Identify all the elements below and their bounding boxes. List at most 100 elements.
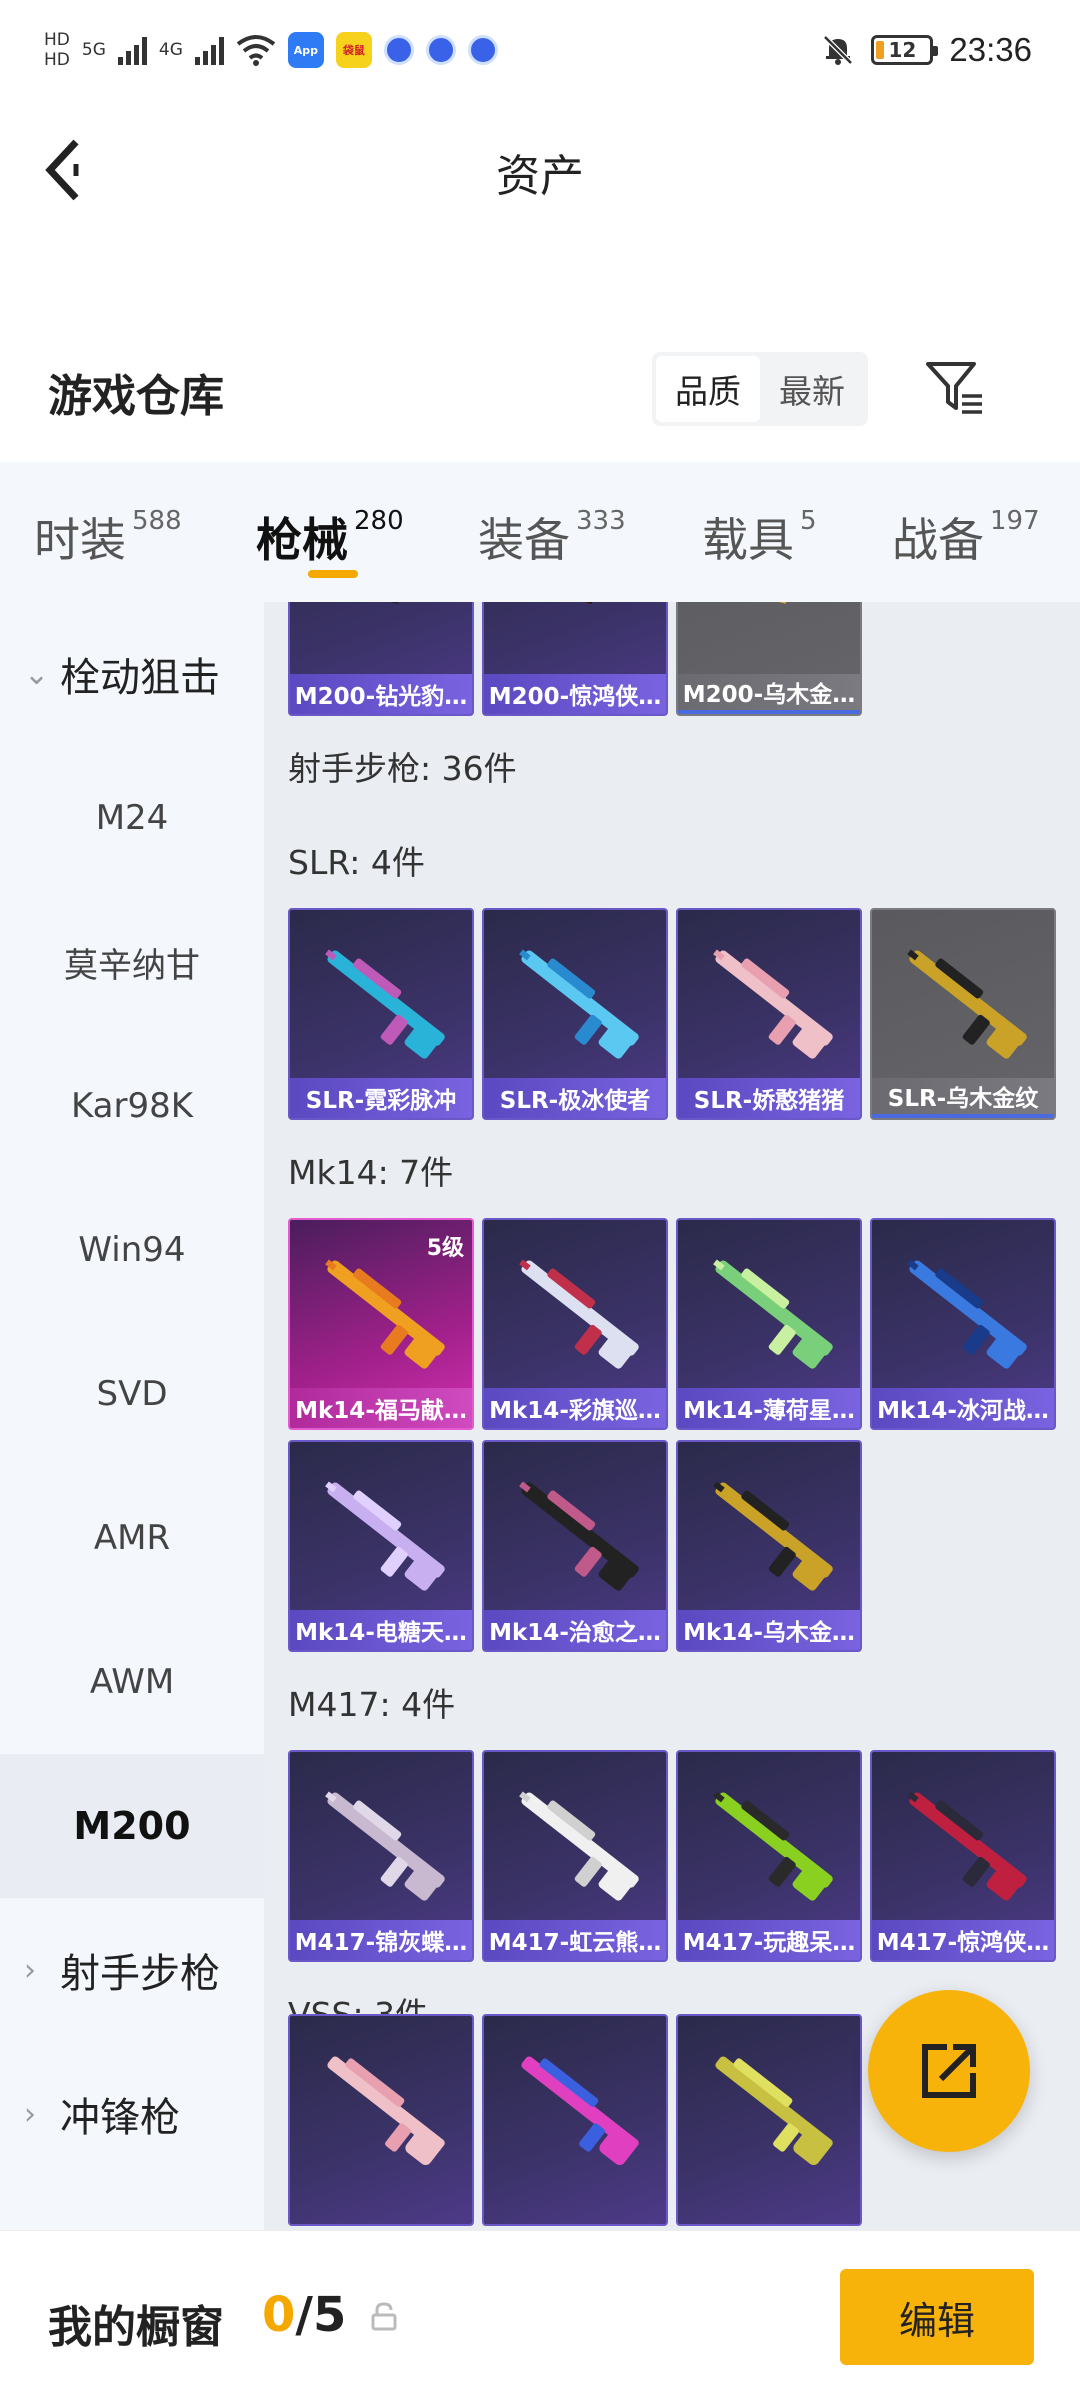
sort-option-quality[interactable]: 品质 [656, 356, 760, 422]
tab-count: 588 [132, 506, 182, 536]
skin-name: SLR-乌木金纹 [872, 1078, 1054, 1118]
gun-icon [325, 1259, 445, 1369]
sidebar-item-awm[interactable]: AWM [0, 1610, 264, 1754]
skin-card[interactable]: M417-锦灰蝶… [288, 1750, 474, 1962]
signal-icon-2 [194, 35, 224, 65]
section-title: Mk14: 7件 [288, 1153, 454, 1192]
sort-option-newest[interactable]: 最新 [760, 356, 864, 422]
sidebar-category-bolt-action[interactable]: ⌄ 栓动狙击 [0, 602, 264, 746]
skin-card[interactable]: M417-惊鸿侠… [870, 1750, 1056, 1962]
skin-card[interactable]: Mk14-彩旗巡… [482, 1218, 668, 1430]
battery-icon: 12 [871, 35, 939, 65]
skin-card[interactable]: Mk14-电糖天… [288, 1440, 474, 1652]
app-icon-2: 袋鼠 [335, 32, 372, 68]
share-icon [922, 2044, 976, 2098]
skin-card[interactable]: SLR-乌木金纹 [870, 908, 1056, 1120]
bell-muted-icon [823, 35, 854, 65]
skin-card[interactable] [482, 2014, 668, 2226]
sidebar-item-kar98k[interactable]: Kar98K [0, 1034, 264, 1178]
sidebar-item-mosin[interactable]: 莫辛纳甘 [0, 890, 264, 1034]
weapon-sidebar: ⌄ 栓动狙击 M24 莫辛纳甘 Kar98K Win94 SVD AMR AWM… [0, 602, 264, 2230]
skin-card[interactable]: SLR-霓彩脉冲 [288, 908, 474, 1120]
sidebar-item-amr[interactable]: AMR [0, 1466, 264, 1610]
sidebar-item-svd[interactable]: SVD [0, 1322, 264, 1466]
group-title: 射手步枪: 36件 [288, 749, 517, 788]
section-title: SLR: 4件 [288, 843, 425, 882]
share-fab[interactable] [868, 1990, 1030, 2152]
gun-icon [519, 1791, 639, 1901]
skin-card[interactable]: SLR-极冰使者 [482, 908, 668, 1120]
gun-icon [713, 1791, 833, 1901]
chevron-right-icon: › [24, 1952, 36, 1988]
sig2-label: 4G [158, 40, 183, 60]
skin-card[interactable]: Mk14-治愈之… [482, 1440, 668, 1652]
showcase-title: 我的橱窗 [48, 2302, 224, 2353]
gun-icon [325, 1791, 445, 1901]
skin-name: M200-惊鸿侠… [484, 674, 666, 714]
tab-gear[interactable]: 战备 197 [892, 504, 1040, 570]
showcase-count: 0 /5 [262, 2287, 346, 2343]
skin-card[interactable]: M417-玩趣呆… [676, 1750, 862, 1962]
hd-label-2: HD [44, 50, 70, 70]
tab-fashion[interactable]: 时装 588 [34, 504, 182, 570]
skin-name: Mk14-电糖天… [290, 1610, 472, 1650]
skin-card[interactable]: Mk14-冰河战… [870, 1218, 1056, 1430]
sidebar-item-label: 冲锋枪 [60, 2095, 180, 2141]
sidebar-item-win94[interactable]: Win94 [0, 1178, 264, 1322]
skin-card[interactable]: Mk14-薄荷星… [676, 1218, 862, 1430]
section-title: M417: 4件 [288, 1685, 456, 1724]
skin-name: M200-钻光豹… [290, 674, 472, 714]
gun-icon [907, 1259, 1027, 1369]
skin-name: SLR-极冰使者 [484, 1078, 666, 1118]
skin-name: Mk14-薄荷星… [678, 1388, 860, 1428]
showcase-current: 0 [262, 2287, 296, 2343]
page-title: 资产 [496, 151, 584, 202]
tab-label: 时装 [34, 513, 126, 567]
skin-name: M417-玩趣呆… [678, 1920, 860, 1960]
sidebar-category-marksman[interactable]: › 射手步枪 [0, 1898, 264, 2042]
skin-card[interactable]: M200-钻光豹… [288, 602, 474, 716]
filter-icon[interactable] [922, 356, 986, 420]
skin-name: Mk14-乌木金… [678, 1610, 860, 1650]
app-icon: App [287, 32, 324, 68]
gun-icon [519, 1259, 639, 1369]
skin-card[interactable]: M417-虹云熊… [482, 1750, 668, 1962]
tab-equipment[interactable]: 装备 333 [478, 504, 626, 570]
gun-icon [390, 602, 399, 604]
gun-icon [325, 949, 445, 1059]
skin-card[interactable] [676, 2014, 862, 2226]
skin-card[interactable]: M200-乌木金… [676, 602, 862, 716]
skin-card[interactable]: SLR-娇憨猪猪 [676, 908, 862, 1120]
edit-button[interactable]: 编辑 [840, 2269, 1034, 2365]
sidebar-item-label: 射手步枪 [60, 1951, 220, 1997]
lock-icon [371, 2302, 397, 2331]
showcase-total: /5 [295, 2287, 347, 2343]
skin-card[interactable]: M200-惊鸿侠… [482, 602, 668, 716]
gun-icon [713, 1259, 833, 1369]
gun-icon [327, 2056, 445, 2166]
sidebar-item-m200[interactable]: M200 [0, 1754, 264, 1898]
skin-name: SLR-娇憨猪猪 [678, 1078, 860, 1118]
header: 资产 [0, 100, 1080, 240]
tab-vehicles[interactable]: 载具 5 [702, 504, 817, 570]
category-tabs: 时装 588 枪械 280 装备 333 载具 5 战备 197 [0, 462, 1080, 602]
sidebar-category-smg[interactable]: › 冲锋枪 [0, 2042, 264, 2186]
skin-card[interactable] [288, 2014, 474, 2226]
tab-label: 装备 [478, 513, 570, 567]
status-bar: HD HD 5G 4G App 袋鼠 12 23:36 [0, 0, 1080, 100]
sidebar-item-label: 栓动狙击 [60, 655, 220, 701]
skin-name: M417-虹云熊… [484, 1920, 666, 1960]
sidebar-item-m24[interactable]: M24 [0, 746, 264, 890]
skin-card[interactable]: Mk14-福马献… 5级 [288, 1218, 474, 1430]
tab-count: 280 [354, 506, 404, 536]
skin-card[interactable]: Mk14-乌木金… [676, 1440, 862, 1652]
bottom-bar: 我的橱窗 0 /5 编辑 [0, 2230, 1080, 2400]
gun-icon [907, 1791, 1027, 1901]
tab-count: 333 [576, 506, 626, 536]
level-badge: 5级 [426, 1236, 464, 1261]
hd-label: HD [44, 30, 70, 50]
tab-count: 5 [800, 506, 817, 536]
tab-label: 枪械 [256, 513, 348, 567]
tab-guns[interactable]: 枪械 280 [256, 504, 404, 570]
skin-name: SLR-霓彩脉冲 [290, 1078, 472, 1118]
